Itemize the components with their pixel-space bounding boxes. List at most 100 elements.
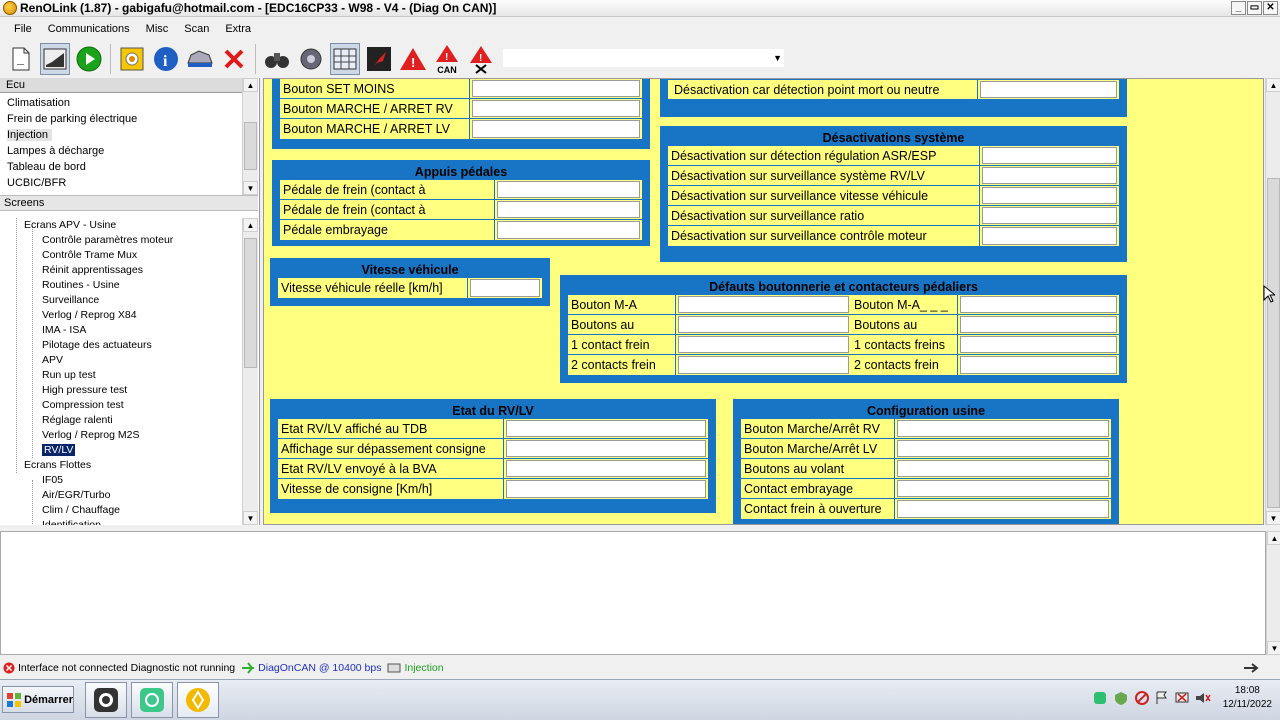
tree-item[interactable]: Contrôle paramètres moteur xyxy=(0,233,242,248)
ecu-item-label: Frein de parking électrique xyxy=(7,113,138,125)
config-row: Bouton Marche/Arrêt RV xyxy=(741,419,1111,439)
start-button[interactable]: Démarrer xyxy=(2,686,74,713)
ecu-items: Climatisation Frein de parking électrique… xyxy=(0,95,242,191)
tree-item[interactable]: Réglage ralenti xyxy=(0,413,242,428)
tree-item[interactable]: Air/EGR/Turbo xyxy=(0,488,242,503)
grid-icon xyxy=(333,48,357,69)
tree-item[interactable]: Clim / Chauffage xyxy=(0,503,242,518)
menu-scan[interactable]: Scan xyxy=(176,23,217,35)
tree-item[interactable]: IMA - ISA xyxy=(0,323,242,338)
row-label: Pédale de frein (contact à xyxy=(280,180,495,199)
ecu-list-item[interactable]: Frein de parking électrique xyxy=(0,111,242,127)
ecu-list-item[interactable]: Climatisation xyxy=(0,95,242,111)
scroll-thumb[interactable] xyxy=(244,238,257,368)
warning-clear-button[interactable]: ! xyxy=(466,43,496,75)
tree-scrollbar[interactable]: ▲ ▼ xyxy=(242,218,258,525)
scroll-up-icon[interactable]: ▲ xyxy=(243,78,258,92)
row-label: Bouton Marche/Arrêt RV xyxy=(741,419,895,438)
screens-button[interactable] xyxy=(330,42,360,75)
tray-volume-icon[interactable] xyxy=(1195,691,1211,705)
scroll-up-icon[interactable]: ▲ xyxy=(243,218,258,232)
minimize-button[interactable]: _ xyxy=(1231,1,1246,15)
protocol-status: DiagOnCAN @ 10400 bps xyxy=(241,662,381,674)
ecu-scrollbar[interactable]: ▲ ▼ xyxy=(242,78,258,195)
navigation-arrow-icon[interactable] xyxy=(1242,661,1262,678)
tools-button[interactable] xyxy=(296,43,326,75)
scroll-thumb[interactable] xyxy=(1267,178,1280,508)
menu-file[interactable]: File xyxy=(6,23,40,35)
menu-misc[interactable]: Misc xyxy=(138,23,177,35)
can-warning-icon: ! xyxy=(436,44,458,63)
ecu-list-item[interactable]: Lampes à décharge xyxy=(0,143,242,159)
camera-icon xyxy=(94,688,118,712)
value-field xyxy=(982,227,1117,245)
row-label: Bouton MARCHE / ARRET LV xyxy=(280,119,470,139)
ecu-list-item[interactable]: UCBIC/BFR xyxy=(0,175,242,191)
pin-button[interactable] xyxy=(364,43,394,75)
tree-item-label: Ecrans APV - Usine xyxy=(24,219,117,231)
tree-item[interactable]: Verlog / Reprog M2S xyxy=(0,428,242,443)
tree-item[interactable]: Routines - Usine xyxy=(0,278,242,293)
scroll-down-icon[interactable]: ▼ xyxy=(1267,641,1280,655)
ecu-scan-button[interactable] xyxy=(117,43,147,75)
tray-network-icon[interactable] xyxy=(1175,691,1189,705)
stop-button[interactable] xyxy=(219,43,249,75)
taskbar-recorder-app[interactable] xyxy=(131,682,173,718)
tray-green-icon[interactable] xyxy=(1093,691,1107,705)
value-field xyxy=(897,480,1109,497)
scroll-down-icon[interactable]: ▼ xyxy=(243,181,258,195)
start-button[interactable] xyxy=(74,43,104,75)
log-scrollbar[interactable]: ▲ ▼ xyxy=(1266,531,1280,655)
tree-item[interactable]: Identification xyxy=(0,518,242,525)
scroll-up-icon[interactable]: ▲ xyxy=(1266,78,1280,92)
defaut-row: Bouton M-A xyxy=(568,295,851,315)
connect-button[interactable] xyxy=(40,42,70,75)
close-button[interactable]: ✕ xyxy=(1263,1,1278,15)
info-button[interactable]: i xyxy=(151,43,181,75)
ecu-list: Ecu Climatisation Frein de parking électr… xyxy=(0,78,258,195)
menu-extra[interactable]: Extra xyxy=(217,23,259,35)
red-x-icon xyxy=(224,49,244,68)
tree-item[interactable]: Compression test xyxy=(0,398,242,413)
new-document-button[interactable]: — xyxy=(6,43,36,75)
row-label: 2 contacts frein xyxy=(568,355,676,375)
tree-item[interactable]: APV xyxy=(0,353,242,368)
scroll-down-icon[interactable]: ▼ xyxy=(1266,511,1280,525)
scroll-up-icon[interactable]: ▲ xyxy=(1267,531,1280,545)
tray-no-entry-icon[interactable] xyxy=(1134,691,1149,705)
warning-button[interactable]: ! xyxy=(398,43,428,75)
ecu-header[interactable]: Ecu xyxy=(0,78,242,93)
tree-item[interactable]: Réinit apprentissages xyxy=(0,263,242,278)
tree-item[interactable]: Run up test xyxy=(0,368,242,383)
ecu-list-item[interactable]: Injection xyxy=(0,127,242,143)
chevron-down-icon[interactable]: ▼ xyxy=(773,53,782,63)
menu-communications[interactable]: Communications xyxy=(40,23,138,35)
tree-item[interactable]: Surveillance xyxy=(0,293,242,308)
renault-logo-icon xyxy=(186,688,210,712)
ecu-list-item[interactable]: Tableau de bord xyxy=(0,159,242,175)
tree-item[interactable]: Ecrans APV - Usine xyxy=(0,218,242,233)
tree-item[interactable]: Ecrans Flottes xyxy=(0,458,242,473)
tree-item[interactable]: Verlog / Reprog X84 xyxy=(0,308,242,323)
log-area[interactable] xyxy=(0,531,1266,655)
search-button[interactable] xyxy=(262,43,292,75)
taskbar-camera-app[interactable] xyxy=(85,682,127,718)
value-field xyxy=(960,316,1117,333)
tree-item-label: APV xyxy=(42,354,64,366)
scroll-down-icon[interactable]: ▼ xyxy=(243,511,258,525)
tree-item[interactable]: IF05 xyxy=(0,473,242,488)
scroll-thumb[interactable] xyxy=(244,122,257,170)
tree-item[interactable]: RV/LV xyxy=(0,443,242,458)
tree-item[interactable]: Pilotage des actuateurs xyxy=(0,338,242,353)
toolbar-combobox[interactable]: ▼ xyxy=(502,48,785,68)
tray-flag-icon[interactable] xyxy=(1155,691,1169,705)
car-button[interactable] xyxy=(185,43,215,75)
tree-item[interactable]: Contrôle Trame Mux xyxy=(0,248,242,263)
etat-row: Etat RV/LV envoyé à la BVA xyxy=(278,459,708,479)
taskbar-renolink-app[interactable] xyxy=(177,682,219,718)
clock[interactable]: 18:08 12/11/2022 xyxy=(1223,684,1272,712)
restore-button[interactable]: ▭ xyxy=(1247,1,1262,15)
tree-item[interactable]: High pressure test xyxy=(0,383,242,398)
can-warning-button[interactable]: ! CAN xyxy=(432,43,462,75)
tray-shield-icon[interactable] xyxy=(1113,691,1129,705)
